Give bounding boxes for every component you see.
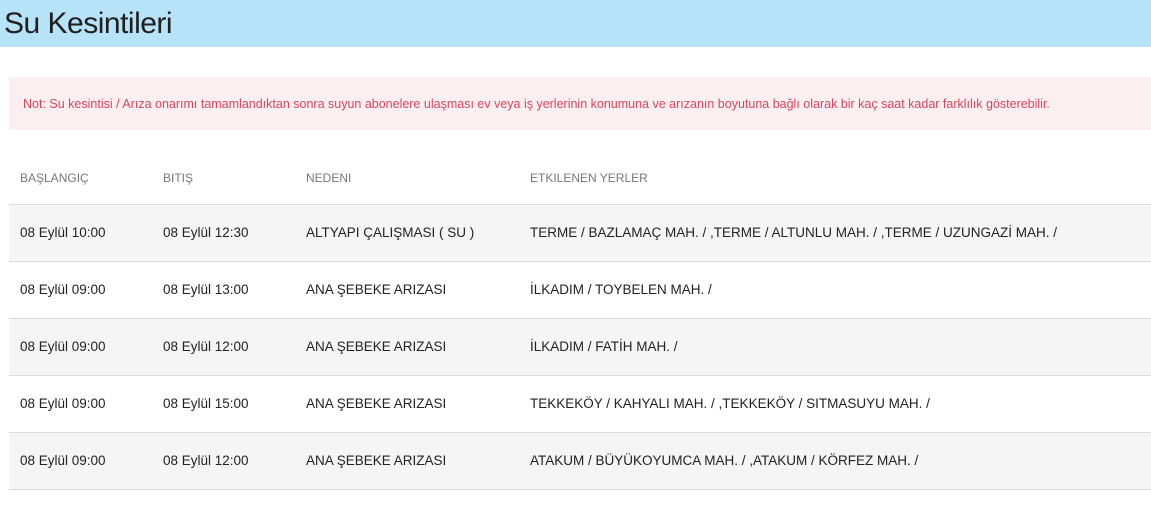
cell-affected-areas: TERME / BAZLAMAÇ MAH. / ,TERME / ALTUNLU… — [530, 225, 1058, 240]
cell-start: 08 Eylül 09:00 — [20, 396, 106, 411]
notice-text: Not: Su kesintisi / Arıza onarımı tamaml… — [23, 97, 1050, 111]
table-row: 08 Eylül 09:00 08 Eylül 12:00 ANA ŞEBEKE… — [9, 318, 1151, 375]
cell-reason: ANA ŞEBEKE ARIZASI — [306, 453, 447, 468]
column-header-reason: NEDENI — [306, 171, 352, 185]
table-row: 08 Eylül 10:00 08 Eylül 12:30 ALTYAPI ÇA… — [9, 204, 1151, 261]
cell-end: 08 Eylül 12:00 — [163, 453, 249, 468]
cell-reason: ANA ŞEBEKE ARIZASI — [306, 396, 447, 411]
table-header: BAŞLANGIÇ BITIŞ NEDENI ETKILENEN YERLER — [9, 148, 1151, 204]
cell-affected-areas: TEKKEKÖY / KAHYALI MAH. / ,TEKKEKÖY / SI… — [530, 396, 930, 411]
cell-reason: ANA ŞEBEKE ARIZASI — [306, 339, 447, 354]
cell-affected-areas: İLKADIM / FATİH MAH. / — [530, 339, 678, 354]
cell-reason: ANA ŞEBEKE ARIZASI — [306, 282, 447, 297]
column-header-end: BITIŞ — [163, 171, 194, 185]
page-title: Su Kesintileri — [4, 7, 173, 40]
cell-end: 08 Eylül 12:00 — [163, 339, 249, 354]
cell-start: 08 Eylül 09:00 — [20, 453, 106, 468]
cell-end: 08 Eylül 15:00 — [163, 396, 249, 411]
table-row: 08 Eylül 09:00 08 Eylül 15:00 ANA ŞEBEKE… — [9, 375, 1151, 432]
page-header: Su Kesintileri — [0, 0, 1151, 47]
outage-table: BAŞLANGIÇ BITIŞ NEDENI ETKILENEN YERLER … — [9, 148, 1151, 490]
cell-affected-areas: ATAKUM / BÜYÜKOYUMCA MAH. / ,ATAKUM / KÖ… — [530, 453, 919, 468]
table-row: 08 Eylül 09:00 08 Eylül 12:00 ANA ŞEBEKE… — [9, 432, 1151, 490]
cell-start: 08 Eylül 09:00 — [20, 339, 106, 354]
table-row: 08 Eylül 09:00 08 Eylül 13:00 ANA ŞEBEKE… — [9, 261, 1151, 318]
cell-end: 08 Eylül 13:00 — [163, 282, 249, 297]
column-header-start: BAŞLANGIÇ — [20, 171, 89, 185]
column-header-affected-areas: ETKILENEN YERLER — [530, 171, 648, 185]
cell-reason: ALTYAPI ÇALIŞMASI ( SU ) — [306, 225, 475, 240]
cell-start: 08 Eylül 09:00 — [20, 282, 106, 297]
cell-end: 08 Eylül 12:30 — [163, 225, 249, 240]
cell-start: 08 Eylül 10:00 — [20, 225, 106, 240]
cell-affected-areas: İLKADIM / TOYBELEN MAH. / — [530, 282, 712, 297]
notice-alert: Not: Su kesintisi / Arıza onarımı tamaml… — [9, 77, 1151, 130]
